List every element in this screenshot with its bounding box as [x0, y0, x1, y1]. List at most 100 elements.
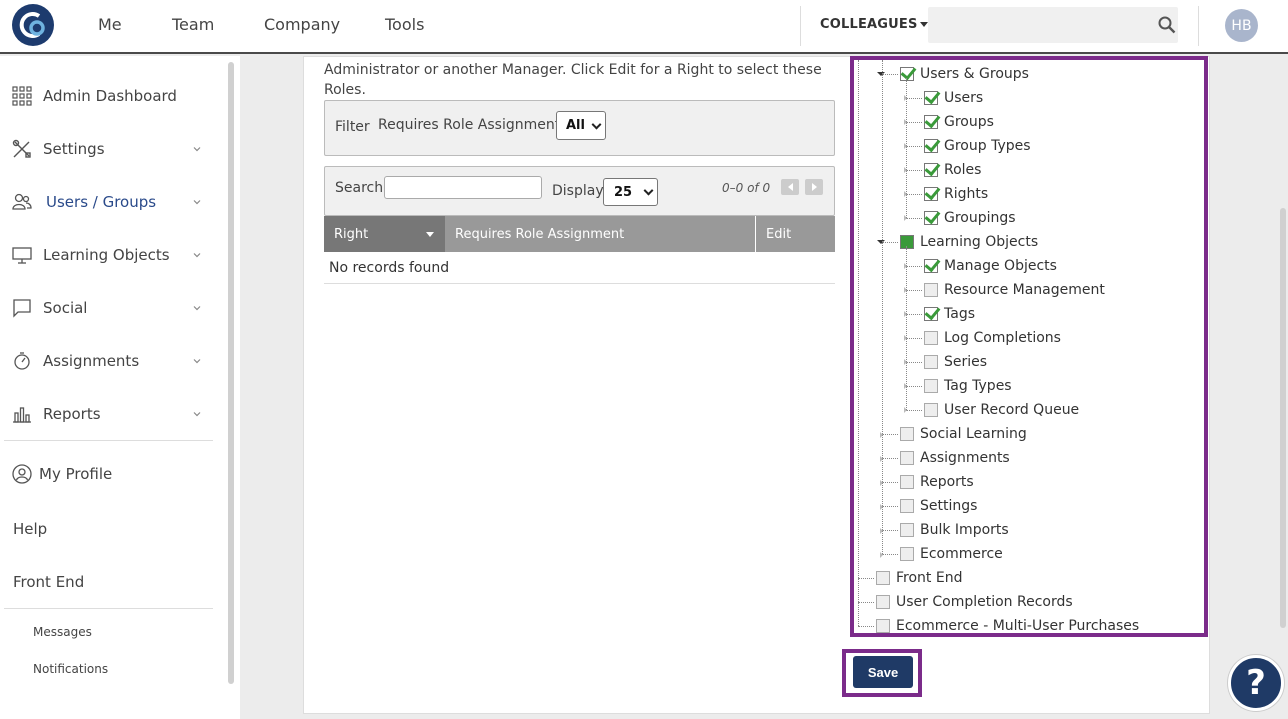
tree-checkbox[interactable]: [924, 115, 938, 129]
tree-node[interactable]: Tags: [924, 304, 975, 324]
page-scrollbar[interactable]: [1280, 208, 1286, 628]
tree-node[interactable]: User Completion Records: [876, 592, 1073, 612]
save-button[interactable]: Save: [853, 656, 913, 688]
tree-node-label: Front End: [896, 570, 963, 586]
tree-node[interactable]: Bulk Imports: [900, 520, 1009, 540]
prev-page-button[interactable]: [781, 179, 799, 195]
colleagues-dropdown[interactable]: COLLEAGUES: [820, 17, 928, 32]
tree-checkbox[interactable]: [900, 67, 914, 81]
tree-node[interactable]: Reports: [900, 472, 974, 492]
tree-checkbox[interactable]: [876, 571, 890, 585]
sidebar-item-learning-objects[interactable]: Learning Objects: [0, 240, 215, 270]
tree-node[interactable]: Users & Groups: [900, 64, 1029, 84]
tree-checkbox[interactable]: [900, 499, 914, 513]
tree-checkbox[interactable]: [900, 427, 914, 441]
column-header-edit[interactable]: Edit: [756, 216, 835, 252]
nav-company[interactable]: Company: [264, 15, 340, 34]
tree-connector: [882, 458, 898, 459]
sidebar-item-social[interactable]: Social: [0, 293, 215, 323]
tree-node-label: Ecommerce - Multi-User Purchases: [896, 618, 1140, 634]
tree-checkbox[interactable]: [876, 595, 890, 609]
tree-checkbox[interactable]: [924, 331, 938, 345]
tree-node-label: Settings: [920, 498, 978, 514]
tree-node-label: Social Learning: [920, 426, 1027, 442]
sidebar-item-help[interactable]: Help: [13, 520, 47, 538]
tree-node[interactable]: Settings: [900, 496, 977, 516]
sidebar-item-notifications[interactable]: Notifications: [33, 662, 108, 676]
tree-checkbox[interactable]: [924, 163, 938, 177]
tree-checkbox[interactable]: [900, 523, 914, 537]
tree-node[interactable]: Assignments: [900, 448, 1010, 468]
sidebar-item-users-groups[interactable]: Users / Groups: [0, 187, 215, 217]
chevron-down-icon: [591, 119, 602, 130]
sidebar-item-reports[interactable]: Reports: [0, 399, 215, 429]
rights-tree: Users & Groups Users Groups Group Types Role…: [850, 56, 1208, 637]
sidebar-scrollbar[interactable]: [228, 62, 234, 684]
help-button[interactable]: ?: [1228, 655, 1284, 711]
search-icon[interactable]: [1158, 16, 1176, 34]
tree-node[interactable]: Manage Objects: [924, 256, 1057, 276]
tree-checkbox[interactable]: [900, 547, 914, 561]
tree-node[interactable]: Log Completions: [924, 328, 1061, 348]
chevron-down-icon: [193, 147, 201, 152]
search-label: Search: [335, 180, 384, 196]
tree-checkbox[interactable]: [924, 187, 938, 201]
tree-checkbox[interactable]: [924, 259, 938, 273]
tree-checkbox[interactable]: [924, 403, 938, 417]
tree-checkbox[interactable]: [876, 619, 890, 633]
chevron-down-icon: [193, 359, 201, 364]
tree-checkbox[interactable]: [900, 451, 914, 465]
tree-node[interactable]: Groupings: [924, 208, 1016, 228]
tree-connector: [882, 506, 898, 507]
tree-connector: [906, 246, 907, 410]
chat-icon: [13, 299, 31, 318]
tree-node[interactable]: Tag Types: [924, 376, 1012, 396]
tree-node[interactable]: Users: [924, 88, 983, 108]
brand-logo[interactable]: [12, 4, 54, 46]
sidebar-item-front-end[interactable]: Front End: [13, 573, 84, 591]
filter-requires-select[interactable]: All: [556, 111, 606, 140]
tree-checkbox[interactable]: [924, 211, 938, 225]
tree-checkbox[interactable]: [924, 91, 938, 105]
tree-checkbox[interactable]: [924, 139, 938, 153]
sidebar-item-settings[interactable]: Settings: [0, 134, 215, 164]
column-header-requires-role[interactable]: Requires Role Assignment: [445, 216, 755, 252]
nav-tools[interactable]: Tools: [385, 15, 424, 34]
tree-checkbox[interactable]: [924, 355, 938, 369]
tree-node[interactable]: Ecommerce - Multi-User Purchases: [876, 616, 1140, 634]
tree-connector: [906, 194, 922, 195]
tree-node[interactable]: Ecommerce: [900, 544, 1003, 564]
sidebar-divider: [4, 608, 213, 609]
column-header-right[interactable]: Right: [324, 216, 445, 252]
tree-node[interactable]: Front End: [876, 568, 962, 588]
sidebar-item-messages[interactable]: Messages: [33, 625, 92, 639]
sidebar-item-assignments[interactable]: Assignments: [0, 346, 215, 376]
tree-node[interactable]: Social Learning: [900, 424, 1027, 444]
tree-checkbox[interactable]: [900, 475, 914, 489]
tree-node[interactable]: Rights: [924, 184, 988, 204]
collapse-icon[interactable]: [877, 240, 885, 244]
tree-checkbox[interactable]: [924, 283, 938, 297]
nav-team[interactable]: Team: [172, 15, 214, 34]
tree-checkbox[interactable]: [900, 235, 914, 249]
rights-search-input[interactable]: [384, 176, 542, 199]
global-search-input[interactable]: [928, 7, 1178, 43]
tree-node[interactable]: Series: [924, 352, 987, 372]
display-count-select[interactable]: 25: [603, 178, 658, 206]
next-page-button[interactable]: [805, 179, 823, 195]
sidebar-item-my-profile[interactable]: My Profile: [0, 459, 215, 489]
tree-checkbox[interactable]: [924, 379, 938, 393]
tree-node[interactable]: Groups: [924, 112, 994, 132]
tree-checkbox[interactable]: [924, 307, 938, 321]
tree-node[interactable]: Roles: [924, 160, 981, 180]
tree-node[interactable]: Group Types: [924, 136, 1031, 156]
collapse-icon[interactable]: [877, 72, 885, 76]
tree-node[interactable]: User Record Queue: [924, 400, 1079, 420]
tree-node[interactable]: Learning Objects: [900, 232, 1038, 252]
sidebar-item-admin-dashboard[interactable]: Admin Dashboard: [0, 81, 215, 111]
tree-node-label: Log Completions: [944, 330, 1061, 346]
user-avatar[interactable]: HB: [1225, 9, 1258, 42]
nav-me[interactable]: Me: [98, 15, 122, 34]
tree-node[interactable]: Resource Management: [924, 280, 1105, 300]
sidebar-item-label: Social: [43, 299, 88, 317]
